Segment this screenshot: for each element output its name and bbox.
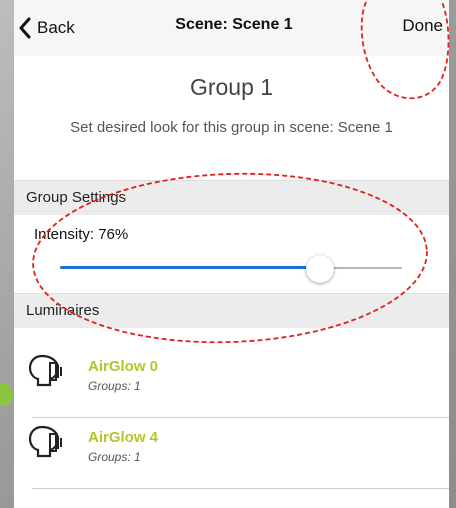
group-settings-section-header: Group Settings bbox=[14, 180, 449, 216]
green-arrow-icon bbox=[0, 384, 14, 406]
navigation-bar: Back Scene: Scene 1 Done bbox=[14, 0, 449, 57]
intensity-slider[interactable] bbox=[60, 255, 402, 283]
luminaire-name: AirGlow 0 bbox=[88, 358, 159, 375]
slider-thumb[interactable] bbox=[305, 255, 334, 283]
list-item-luminaire[interactable]: AirGlow 4 Groups: 1 bbox=[14, 399, 449, 471]
luminaires-section-header: Luminaires bbox=[14, 293, 449, 329]
luminaire-groups: Groups: 1 bbox=[88, 450, 141, 464]
list-item-luminaire[interactable]: AirGlow 0 Groups: 1 bbox=[14, 328, 449, 400]
group-settings-label: Group Settings bbox=[26, 189, 127, 206]
lightbulb-icon bbox=[28, 354, 62, 387]
luminaires-label: Luminaires bbox=[26, 302, 100, 319]
slider-fill bbox=[60, 266, 320, 269]
luminaires-list: AirGlow 0 Groups: 1 AirGlow 4 Groups: 1 bbox=[14, 328, 449, 508]
nav-title: Scene: Scene 1 bbox=[175, 16, 293, 33]
list-divider bbox=[32, 488, 449, 489]
back-label: Back bbox=[37, 18, 75, 37]
group-settings-body: Intensity: 76% bbox=[14, 215, 449, 293]
done-button[interactable]: Done bbox=[402, 16, 443, 36]
luminaire-name: AirGlow 4 bbox=[88, 429, 159, 446]
scene-group-panel: Back Scene: Scene 1 Done Group 1 Set des… bbox=[14, 0, 449, 508]
luminaire-groups: Groups: 1 bbox=[88, 379, 141, 393]
page-title: Group 1 bbox=[189, 74, 274, 100]
intensity-label: Intensity: 76% bbox=[34, 226, 129, 243]
group-header: Group 1 Set desired look for this group … bbox=[14, 56, 449, 180]
back-button[interactable]: Back bbox=[18, 14, 75, 42]
page-subtitle: Set desired look for this group in scene… bbox=[70, 119, 393, 136]
chevron-left-icon bbox=[19, 17, 31, 39]
lightbulb-icon bbox=[28, 425, 62, 458]
